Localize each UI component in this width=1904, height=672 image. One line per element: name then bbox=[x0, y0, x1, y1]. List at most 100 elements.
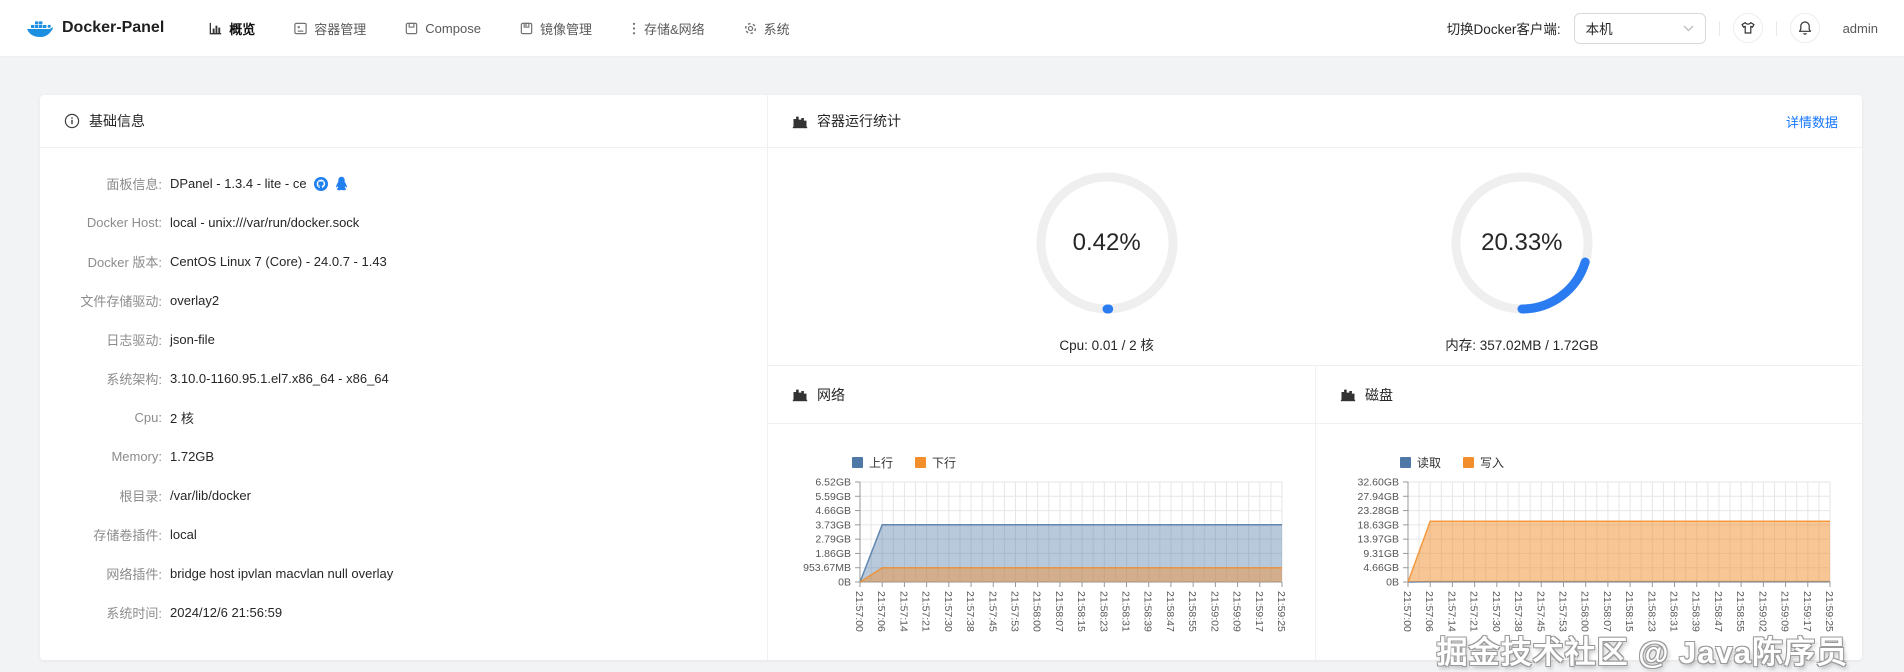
svg-text:21:57:00: 21:57:00 bbox=[1401, 591, 1413, 632]
nav-item-containers[interactable]: 容器管理 bbox=[293, 19, 366, 38]
stats-column: 容器运行统计 详情数据 0.42% Cpu: 0.01 / 2 核 20.33%… bbox=[768, 95, 1862, 660]
nav-item-label: 概览 bbox=[229, 19, 255, 38]
svg-text:21:57:38: 21:57:38 bbox=[964, 591, 976, 632]
theme-skin-button[interactable] bbox=[1733, 13, 1763, 43]
svg-text:21:58:39: 21:58:39 bbox=[1690, 591, 1702, 632]
svg-text:32.60GB: 32.60GB bbox=[1358, 477, 1399, 489]
svg-text:21:59:09: 21:59:09 bbox=[1231, 591, 1243, 632]
svg-text:21:59:02: 21:59:02 bbox=[1208, 591, 1220, 632]
nav-divider bbox=[1776, 21, 1777, 36]
disk-legend: 读取 写入 bbox=[1400, 454, 1844, 470]
svg-text:21:59:17: 21:59:17 bbox=[1253, 591, 1265, 632]
svg-text:21:58:00: 21:58:00 bbox=[1031, 591, 1043, 632]
info-row-value: overlay2 bbox=[170, 293, 219, 308]
gear-icon bbox=[743, 21, 758, 36]
svg-text:21:57:45: 21:57:45 bbox=[986, 591, 998, 632]
bar-chart-icon bbox=[792, 387, 808, 402]
memory-gauge-value: 20.33% bbox=[1447, 168, 1597, 318]
overview-chart-icon bbox=[208, 21, 223, 36]
svg-text:21:57:30: 21:57:30 bbox=[1490, 591, 1502, 632]
info-row-value: local bbox=[170, 527, 197, 542]
detail-data-link[interactable]: 详情数据 bbox=[1786, 112, 1838, 131]
docker-client-select[interactable]: 本机 bbox=[1574, 13, 1706, 44]
info-row: Cpu:2 核 bbox=[40, 398, 767, 437]
brand-name: Docker-Panel bbox=[62, 19, 164, 37]
svg-text:21:57:53: 21:57:53 bbox=[1008, 591, 1020, 632]
docker-whale-icon bbox=[26, 18, 53, 38]
svg-text:21:58:23: 21:58:23 bbox=[1645, 591, 1657, 632]
nav-right-cluster: 切换Docker客户端: 本机 admin bbox=[1447, 13, 1878, 44]
info-row-value: 3.10.0-1160.95.1.el7.x86_64 - x86_64 bbox=[170, 371, 389, 386]
legend-item[interactable]: 上行 bbox=[852, 454, 893, 471]
svg-text:5.59GB: 5.59GB bbox=[815, 491, 851, 503]
github-icon[interactable] bbox=[313, 176, 329, 192]
info-row-label: 日志驱动: bbox=[40, 330, 162, 349]
svg-text:21:57:21: 21:57:21 bbox=[1468, 591, 1480, 632]
nav-item-overview[interactable]: 概览 bbox=[208, 19, 255, 38]
nav-item-storage-network[interactable]: 存储&网络 bbox=[630, 19, 705, 38]
info-row-value: DPanel - 1.3.4 - lite - ce bbox=[170, 176, 348, 192]
info-row-label: 根目录: bbox=[40, 486, 162, 505]
top-navbar: Docker-Panel 概览 容器管理 Compose bbox=[0, 0, 1904, 57]
legend-item[interactable]: 读取 bbox=[1400, 454, 1441, 471]
nav-item-label: 镜像管理 bbox=[540, 19, 592, 38]
svg-text:0B: 0B bbox=[838, 577, 851, 589]
svg-text:21:57:21: 21:57:21 bbox=[920, 591, 932, 632]
storage-network-icon bbox=[630, 21, 638, 36]
basic-info-title: 基础信息 bbox=[89, 111, 145, 131]
svg-text:21:59:02: 21:59:02 bbox=[1756, 591, 1768, 632]
info-row-label: 网络插件: bbox=[40, 564, 162, 583]
nav-item-label: Compose bbox=[425, 21, 481, 36]
legend-item[interactable]: 下行 bbox=[915, 454, 956, 471]
nav-item-label: 系统 bbox=[764, 19, 790, 38]
info-row: Memory:1.72GB bbox=[40, 437, 767, 476]
info-row-value: /var/lib/docker bbox=[170, 488, 251, 503]
info-row: 面板信息:DPanel - 1.3.4 - lite - ce bbox=[40, 164, 767, 203]
disk-chart-body: 读取写入 32.60GB27.94GB23.28GB18.63GB13.97GB… bbox=[1316, 424, 1862, 668]
svg-text:18.63GB: 18.63GB bbox=[1358, 519, 1399, 531]
svg-text:21:58:39: 21:58:39 bbox=[1142, 591, 1154, 632]
svg-text:2.79GB: 2.79GB bbox=[815, 534, 851, 546]
bar-chart-icon bbox=[1340, 387, 1356, 402]
info-row-value: CentOS Linux 7 (Core) - 24.0.7 - 1.43 bbox=[170, 254, 387, 269]
svg-text:23.28GB: 23.28GB bbox=[1358, 505, 1399, 517]
info-row: Docker Host:local - unix:///var/run/dock… bbox=[40, 203, 767, 242]
user-menu[interactable]: admin bbox=[1843, 21, 1878, 36]
notifications-button[interactable] bbox=[1790, 13, 1820, 43]
compose-icon bbox=[404, 21, 419, 36]
cpu-gauge-value: 0.42% bbox=[1032, 168, 1182, 318]
network-title: 网络 bbox=[817, 385, 845, 405]
info-icon bbox=[64, 113, 80, 129]
network-header: 网络 bbox=[768, 366, 1315, 424]
network-panel: 网络 上行下行 6.52GB5.59GB4.66GB3.73GB2.79GB1.… bbox=[768, 366, 1316, 660]
brand[interactable]: Docker-Panel bbox=[26, 18, 164, 38]
nav-divider bbox=[1719, 21, 1720, 36]
svg-text:21:58:07: 21:58:07 bbox=[1601, 591, 1613, 632]
info-row: 系统架构: 3.10.0-1160.95.1.el7.x86_64 - x86_6… bbox=[40, 359, 767, 398]
svg-text:21:58:47: 21:58:47 bbox=[1164, 591, 1176, 632]
info-row-value: bridge host ipvlan macvlan null overlay bbox=[170, 566, 393, 581]
gauges-area: 0.42% Cpu: 0.01 / 2 核 20.33% 内存: 357.02M… bbox=[768, 148, 1862, 365]
svg-text:21:59:25: 21:59:25 bbox=[1823, 591, 1835, 632]
disk-chart: 32.60GB27.94GB23.28GB18.63GB13.97GB9.31G… bbox=[1336, 476, 1844, 668]
dashboard-card: 基础信息 面板信息:DPanel - 1.3.4 - lite - ceDock… bbox=[40, 95, 1862, 660]
info-row-value: json-file bbox=[170, 332, 215, 347]
svg-text:21:59:25: 21:59:25 bbox=[1275, 591, 1287, 632]
image-icon bbox=[519, 21, 534, 36]
legend-item[interactable]: 写入 bbox=[1463, 454, 1504, 471]
basic-info-panel: 基础信息 面板信息:DPanel - 1.3.4 - lite - ceDock… bbox=[40, 95, 768, 660]
tshirt-icon bbox=[1740, 20, 1756, 36]
qq-icon[interactable] bbox=[335, 176, 348, 192]
nav-item-images[interactable]: 镜像管理 bbox=[519, 19, 592, 38]
nav-item-compose[interactable]: Compose bbox=[404, 21, 481, 36]
info-row-value: 2 核 bbox=[170, 408, 194, 427]
svg-text:6.52GB: 6.52GB bbox=[815, 477, 851, 489]
svg-text:21:59:17: 21:59:17 bbox=[1801, 591, 1813, 632]
svg-text:21:57:06: 21:57:06 bbox=[875, 591, 887, 632]
container-icon bbox=[293, 21, 308, 36]
memory-gauge-block: 20.33% 内存: 357.02MB / 1.72GB bbox=[1445, 148, 1598, 354]
nav-item-system[interactable]: 系统 bbox=[743, 19, 790, 38]
cpu-gauge-block: 0.42% Cpu: 0.01 / 2 核 bbox=[1032, 148, 1182, 354]
info-row-label: 系统架构: bbox=[40, 369, 162, 388]
svg-text:21:57:53: 21:57:53 bbox=[1556, 591, 1568, 632]
